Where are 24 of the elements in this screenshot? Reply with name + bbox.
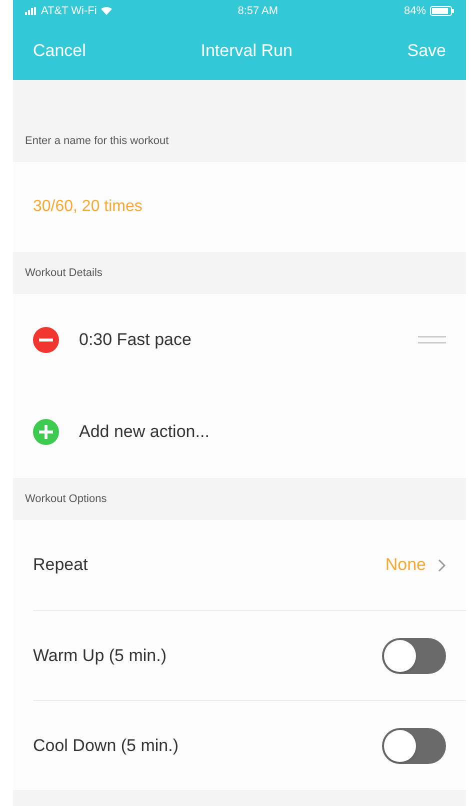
plus-circle-icon[interactable]	[33, 419, 59, 445]
signal-icon	[25, 7, 37, 15]
toggle-switch[interactable]	[382, 638, 446, 674]
chevron-right-icon	[438, 558, 446, 572]
save-button[interactable]: Save	[407, 38, 446, 64]
battery-icon	[430, 6, 454, 16]
screen-title: Interval Run	[200, 40, 292, 62]
toggle-switch[interactable]	[382, 728, 446, 764]
option-label: Cool Down (5 min.)	[33, 734, 180, 757]
option-label: Repeat	[33, 554, 89, 576]
option-label: Warm Up (5 min.)	[33, 644, 168, 667]
carrier-label: AT&T Wi-Fi	[41, 4, 97, 19]
minus-circle-icon[interactable]	[33, 327, 59, 353]
action-label[interactable]: 0:30 Fast pace	[79, 327, 398, 353]
battery-percent: 84%	[404, 4, 426, 19]
section-header: Workout Details	[25, 266, 102, 281]
section-header: Workout Options	[25, 492, 107, 507]
wifi-icon	[100, 7, 112, 15]
cancel-button[interactable]: Cancel	[33, 38, 86, 64]
drag-handle-icon[interactable]	[418, 336, 446, 344]
repeat-value[interactable]: None	[385, 552, 446, 578]
clock-time: 8:57 AM	[238, 4, 278, 19]
add-action-label[interactable]: Add new action...	[79, 419, 446, 445]
section-header: Enter a name for this workout	[25, 134, 169, 149]
